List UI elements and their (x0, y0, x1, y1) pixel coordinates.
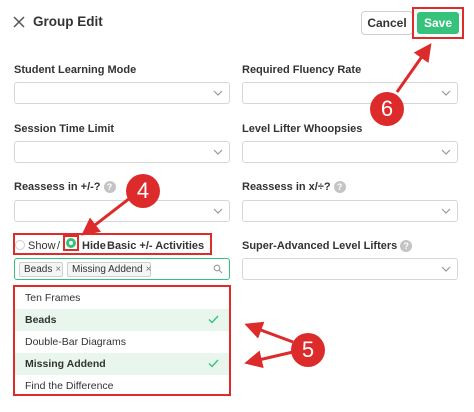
arrow-5b (244, 350, 294, 369)
callout-6: 6 (370, 92, 404, 126)
callout-4: 4 (126, 174, 160, 208)
callout-5: 5 (291, 333, 325, 367)
annotation-arrows (81, 43, 432, 369)
arrow-4 (81, 196, 131, 236)
arrow-5a (244, 321, 294, 344)
arrow-6 (395, 43, 432, 93)
